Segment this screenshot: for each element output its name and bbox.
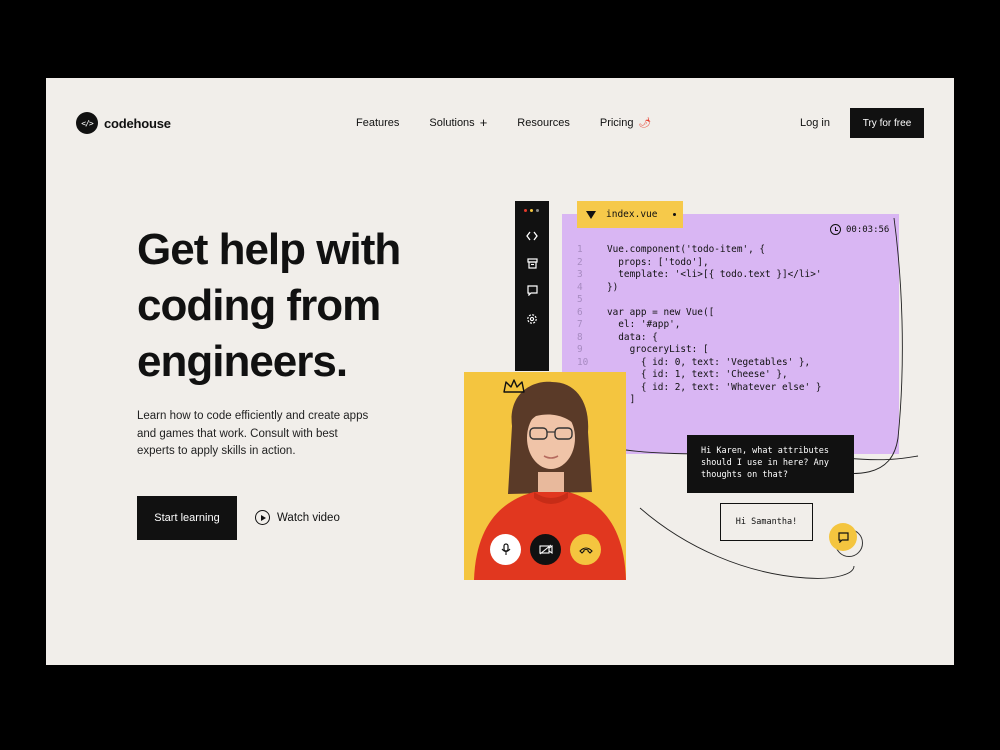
code-text: { id: 1, text: 'Cheese' }, [607,369,788,380]
chat-question-line-3: thoughts on that? [701,470,788,480]
editor-sidebar [515,201,549,371]
code-line: 2 props: ['todo'], [577,257,821,270]
line-number: 6 [577,306,583,318]
hang-up-button[interactable] [570,534,601,565]
file-name: index.vue [606,209,658,220]
try-for-free-button[interactable]: Try for free [850,108,924,138]
code-text: el: '#app', [607,319,681,330]
camera-off-icon [538,544,553,555]
gray-dot-icon [536,209,539,212]
code-text: Vue.component('todo-item', { [607,244,766,255]
line-number: 9 [577,344,583,355]
chat-question-line-2: should I use in here? Any [701,458,829,468]
session-timer: 00:03:56 [830,224,889,235]
nav-features[interactable]: Features [356,117,399,129]
code-text: }) [607,281,619,293]
login-link[interactable]: Log in [800,117,830,129]
brand-name: codehouse [104,115,171,131]
code-text: data: { [607,331,658,343]
headline-line-1: Get help with [137,225,401,274]
line-number: 2 [577,256,583,268]
nav-resources[interactable]: Resources [517,117,570,129]
yellow-dot-icon [530,209,533,212]
triangle-down-icon [586,210,596,219]
chat-message-question: Hi Karen, what attributes should I use i… [687,435,854,493]
code-line: 9 groceryList: [ [577,344,821,357]
unsaved-dot-icon [673,213,677,216]
microphone-icon [501,543,510,555]
line-number: 1 [577,244,583,255]
window-dots [524,209,539,212]
line-number: 3 [577,269,583,280]
timer-value: 00:03:56 [846,224,890,235]
code-logo-icon: </> [76,112,98,134]
code-text: groceryList: [ [607,344,709,355]
play-icon [255,510,270,525]
chat-message-reply: Hi Samantha! [720,503,813,541]
settings-icon[interactable] [515,313,549,328]
code-line: 7 el: '#app', [577,319,821,332]
code-line: 6 var app = new Vue([ [577,307,821,320]
code-text: { id: 0, text: 'Vegetables' }, [607,356,811,368]
crown-doodle-icon [503,379,525,393]
nav-resources-label: Resources [517,117,570,129]
message-icon[interactable] [515,285,549,299]
archive-icon[interactable] [515,258,549,272]
chat-button[interactable] [829,523,857,551]
watch-video-link[interactable]: Watch video [255,510,340,525]
line-number: 8 [577,331,583,343]
chat-question-line-1: Hi Karen, what attributes [701,446,829,456]
code-text: { id: 2, text: 'Whatever else' } [607,381,822,393]
headline-line-3: engineers. [137,337,348,386]
code-line: 4}) [577,282,821,295]
nav-pricing[interactable]: Pricing 🌶 [600,117,651,129]
nav-pricing-label: Pricing [599,117,634,129]
code-line: 3 template: '<li>[{ todo.text }]</li>' [577,269,821,282]
phone-hang-up-icon [578,546,593,554]
nav-solutions[interactable]: Solutions + [429,115,488,130]
nav-solutions-label: Solutions [429,117,475,129]
hero-subtext: Learn how to code efficiently and create… [137,410,369,457]
code-icon[interactable] [515,231,549,244]
landing-page: </> codehouse Features Solutions + Resou… [46,78,954,665]
clock-icon [830,224,841,235]
chili-pepper-icon: 🌶 [638,117,652,129]
line-number: 7 [577,319,583,330]
start-learning-button[interactable]: Start learning [137,496,237,540]
plus-icon: + [479,115,488,130]
line-number: 4 [577,281,583,293]
code-text: var app = new Vue([ [607,306,715,318]
code-text: props: ['todo'], [607,256,709,268]
code-line: 10 { id: 0, text: 'Vegetables' }, [577,357,821,370]
chat-bubble-icon [837,531,849,543]
code-line: 8 data: { [577,332,821,345]
microphone-button[interactable] [490,534,521,565]
line-number: 10 [577,356,589,368]
hero-headline: Get help with coding from engineers. [137,222,487,390]
code-line: 1 Vue.component('todo-item', { [577,244,821,257]
brand-logo[interactable]: </> codehouse [76,112,171,134]
code-text: template: '<li>[{ todo.text }]</li>' [607,269,822,280]
nav-features-label: Features [356,117,400,129]
code-line: 5 [577,294,821,307]
main-nav: Features Solutions + Resources Pricing 🌶 [356,115,651,130]
watch-video-label: Watch video [277,511,340,524]
file-tab-index-vue[interactable]: index.vue [577,201,683,228]
headline-line-2: coding from [137,281,381,330]
red-dot-icon [524,209,527,212]
line-number: 5 [577,294,583,305]
camera-off-button[interactable] [530,534,561,565]
